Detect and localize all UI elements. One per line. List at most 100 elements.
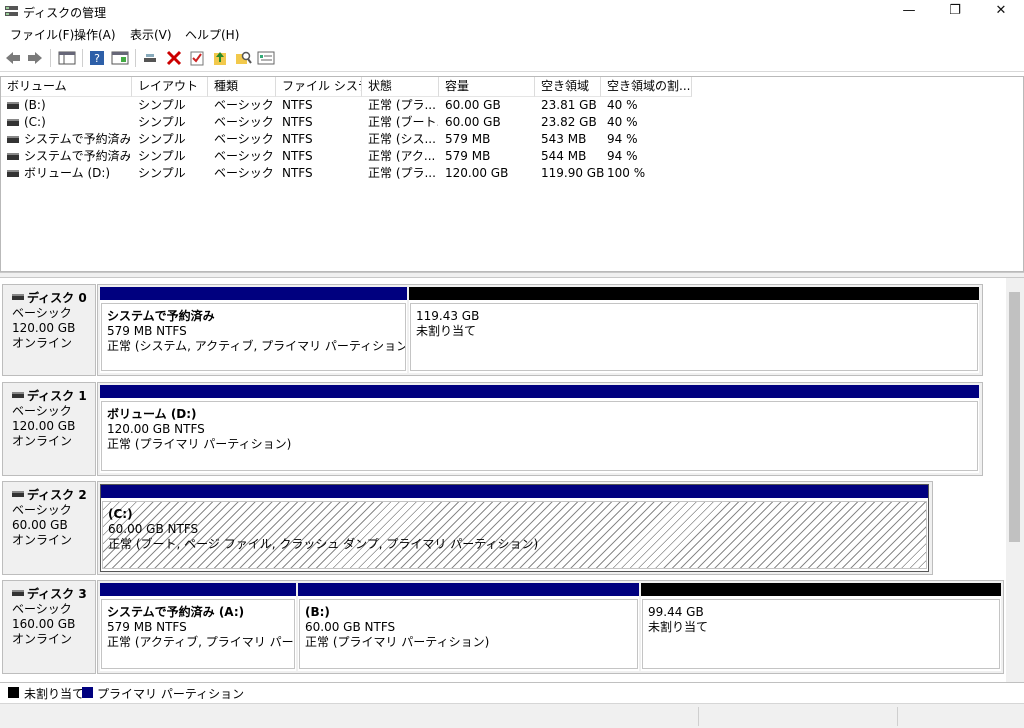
scrollbar-thumb[interactable] bbox=[1009, 292, 1020, 542]
partition-b[interactable]: (B:) 60.00 GB NTFS 正常 (プライマリ パーティション) bbox=[298, 583, 639, 671]
partition-status: 正常 (システム, アクティブ, プライマリ パーティション) bbox=[107, 339, 406, 353]
disk-0-label[interactable]: ディスク 0 ベーシック 120.00 GB オンライン bbox=[2, 284, 96, 376]
cell-status: 正常 (プラ... bbox=[368, 166, 436, 180]
disk-1-label[interactable]: ディスク 1 ベーシック 120.00 GB オンライン bbox=[2, 382, 96, 476]
cell-filesystem: NTFS bbox=[282, 98, 313, 112]
status-divider bbox=[897, 707, 898, 726]
partition-volume-d[interactable]: ボリューム (D:) 120.00 GB NTFS 正常 (プライマリ パーティ… bbox=[100, 385, 979, 473]
table-row[interactable]: ボリューム (D:) シンプル ベーシック NTFS 正常 (プラ... 120… bbox=[1, 165, 1023, 182]
volume-icon bbox=[7, 136, 19, 143]
settings-panel-icon[interactable] bbox=[257, 50, 275, 66]
search-folder-icon[interactable] bbox=[234, 50, 252, 66]
disk-type: ベーシック bbox=[12, 503, 72, 517]
check-icon[interactable] bbox=[188, 50, 206, 66]
partition-status: 正常 (アクティブ, プライマリ パーティション) bbox=[107, 635, 294, 649]
partition-unallocated[interactable]: 99.44 GB 未割り当て bbox=[641, 583, 1001, 671]
column-header-type[interactable]: 種類 bbox=[208, 77, 276, 97]
column-header-capacity[interactable]: 容量 bbox=[439, 77, 535, 97]
column-header-volume[interactable]: ボリューム bbox=[1, 77, 132, 97]
disk-2-label[interactable]: ディスク 2 ベーシック 60.00 GB オンライン bbox=[2, 481, 96, 575]
disk-2-partitions: (C:) 60.00 GB NTFS 正常 (ブート, ページ ファイル, クラ… bbox=[97, 481, 933, 575]
minimize-button[interactable]: — bbox=[886, 0, 932, 23]
menu-action[interactable]: 操作(A) bbox=[74, 26, 116, 43]
svg-text:?: ? bbox=[94, 52, 100, 65]
cell-filesystem: NTFS bbox=[282, 115, 313, 129]
column-header-free-space[interactable]: 空き領域 bbox=[535, 77, 601, 97]
close-button[interactable]: ✕ bbox=[978, 0, 1024, 23]
properties-list-icon[interactable] bbox=[111, 50, 129, 66]
partition-c-selected[interactable]: (C:) 60.00 GB NTFS 正常 (ブート, ページ ファイル, クラ… bbox=[100, 484, 929, 572]
menu-help[interactable]: ヘルプ(H) bbox=[185, 26, 239, 43]
cell-capacity: 579 MB bbox=[445, 132, 491, 146]
unallocated-swatch bbox=[8, 687, 19, 698]
partition-size: 579 MB NTFS bbox=[107, 620, 187, 634]
connect-icon[interactable] bbox=[142, 50, 160, 66]
status-bar bbox=[0, 703, 1024, 728]
table-row[interactable]: (C:) シンプル ベーシック NTFS 正常 (ブート... 60.00 GB… bbox=[1, 114, 1023, 131]
delete-icon[interactable] bbox=[165, 50, 183, 66]
cell-layout: シンプル bbox=[138, 166, 186, 180]
help-icon[interactable]: ? bbox=[88, 50, 106, 66]
disk-name: ディスク 3 bbox=[27, 587, 87, 601]
column-header-free-percent[interactable]: 空き領域の割... bbox=[601, 77, 692, 97]
cell-free-space: 23.81 GB bbox=[541, 98, 597, 112]
menu-file[interactable]: ファイル(F) bbox=[10, 26, 74, 43]
folder-up-icon[interactable] bbox=[211, 50, 229, 66]
disk-name: ディスク 0 bbox=[27, 291, 87, 305]
partition-status: 正常 (ブート, ページ ファイル, クラッシュ ダンプ, プライマリ パーティ… bbox=[108, 537, 539, 551]
unallocated-bar bbox=[641, 583, 1001, 596]
console-tree-icon[interactable] bbox=[58, 50, 76, 66]
disk-state: オンライン bbox=[12, 533, 73, 547]
disk-type: ベーシック bbox=[12, 404, 72, 418]
volume-icon bbox=[7, 102, 19, 109]
primary-partition-bar bbox=[100, 385, 979, 398]
disk-icon bbox=[12, 491, 24, 497]
toolbar: ? bbox=[0, 44, 1024, 72]
primary-partition-bar bbox=[298, 583, 639, 596]
cell-type: ベーシック bbox=[214, 115, 274, 129]
cell-type: ベーシック bbox=[214, 149, 274, 163]
cell-volume: システムで予約済み bbox=[24, 132, 130, 146]
disk-3-partitions: システムで予約済み (A:) 579 MB NTFS 正常 (アクティブ, プラ… bbox=[97, 580, 1004, 674]
restore-button[interactable]: ❐ bbox=[932, 0, 978, 23]
cell-layout: シンプル bbox=[138, 115, 186, 129]
column-header-filesystem[interactable]: ファイル システム bbox=[276, 77, 362, 97]
disk-3-label[interactable]: ディスク 3 ベーシック 160.00 GB オンライン bbox=[2, 580, 96, 674]
cell-filesystem: NTFS bbox=[282, 132, 313, 146]
partition-size: 99.44 GB bbox=[648, 605, 704, 619]
menu-view[interactable]: 表示(V) bbox=[130, 26, 172, 43]
cell-layout: シンプル bbox=[138, 132, 186, 146]
window-title: ディスクの管理 bbox=[23, 6, 107, 20]
back-arrow-icon[interactable] bbox=[4, 50, 22, 66]
cell-layout: シンプル bbox=[138, 149, 186, 163]
partition-title: (C:) bbox=[108, 507, 133, 521]
table-row[interactable]: システムで予約済み シンプル ベーシック NTFS 正常 (シス... 579 … bbox=[1, 131, 1023, 148]
partition-title: システムで予約済み bbox=[107, 309, 215, 323]
disk-graphical-view: ディスク 0 ベーシック 120.00 GB オンライン システムで予約済み 5… bbox=[0, 278, 1024, 682]
cell-status: 正常 (アク... bbox=[368, 149, 436, 163]
primary-partition-bar bbox=[100, 583, 296, 596]
cell-capacity: 60.00 GB bbox=[445, 98, 501, 112]
table-row[interactable]: システムで予約済み ... シンプル ベーシック NTFS 正常 (アク... … bbox=[1, 148, 1023, 165]
table-row[interactable]: (B:) シンプル ベーシック NTFS 正常 (プラ... 60.00 GB … bbox=[1, 97, 1023, 114]
column-header-layout[interactable]: レイアウト bbox=[132, 77, 208, 97]
column-header-status[interactable]: 状態 bbox=[362, 77, 439, 97]
cell-filesystem: NTFS bbox=[282, 166, 313, 180]
partition-system-reserved-a[interactable]: システムで予約済み (A:) 579 MB NTFS 正常 (アクティブ, プラ… bbox=[100, 583, 296, 671]
disk-icon bbox=[12, 392, 24, 398]
partition-status: 未割り当て bbox=[416, 324, 477, 338]
partition-unallocated[interactable]: 119.43 GB 未割り当て bbox=[409, 287, 979, 373]
disk-type: ベーシック bbox=[12, 602, 72, 616]
cell-status: 正常 (ブート... bbox=[368, 115, 438, 129]
disk-size: 160.00 GB bbox=[12, 617, 76, 631]
disk-name: ディスク 1 bbox=[27, 389, 87, 403]
disk-state: オンライン bbox=[12, 336, 73, 350]
disk-size: 60.00 GB bbox=[12, 518, 68, 532]
cell-free-space: 543 MB bbox=[541, 132, 587, 146]
cell-volume: システムで予約済み ... bbox=[24, 149, 130, 163]
volume-icon bbox=[7, 170, 19, 177]
forward-arrow-icon[interactable] bbox=[26, 50, 44, 66]
volume-icon bbox=[7, 153, 19, 160]
partition-system-reserved[interactable]: システムで予約済み 579 MB NTFS 正常 (システム, アクティブ, プ… bbox=[100, 287, 407, 373]
partition-size: 60.00 GB NTFS bbox=[108, 522, 199, 536]
